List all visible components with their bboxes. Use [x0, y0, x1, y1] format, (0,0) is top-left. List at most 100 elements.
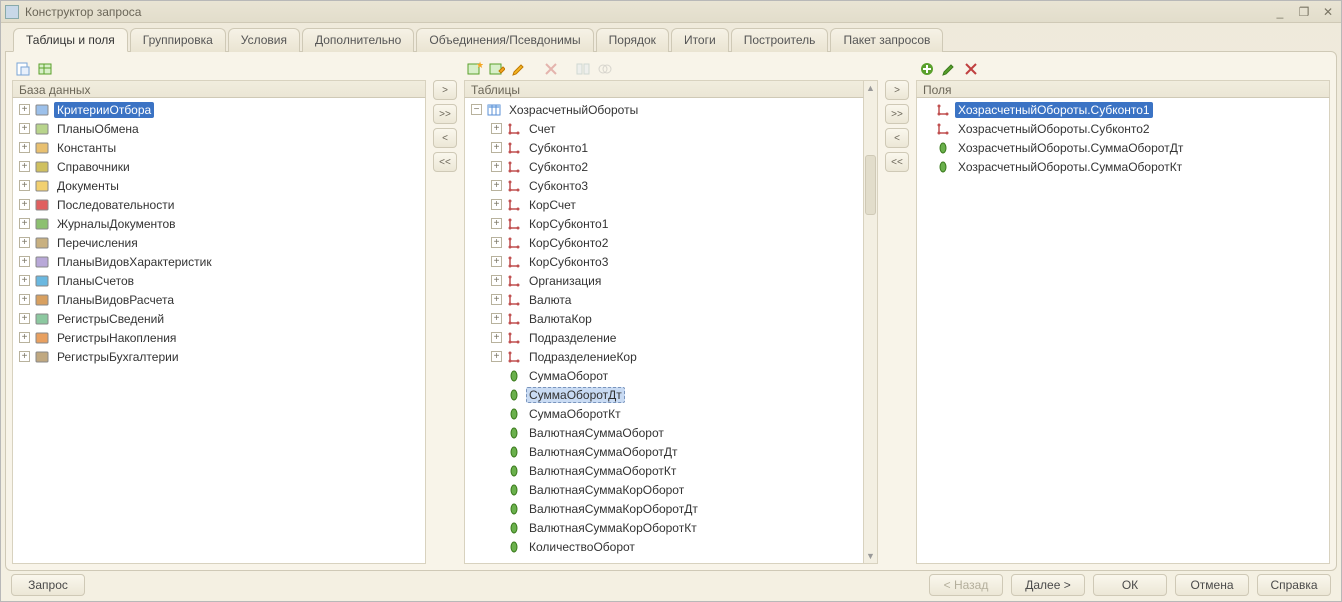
- table-field[interactable]: СуммаОборот: [489, 366, 863, 385]
- db-item[interactable]: + Документы: [17, 176, 425, 195]
- expand-icon[interactable]: +: [19, 294, 30, 305]
- db-item[interactable]: + РегистрыСведений: [17, 309, 425, 328]
- table-root[interactable]: − ХозрасчетныйОбороты: [469, 100, 863, 119]
- table-field[interactable]: + Организация: [489, 271, 863, 290]
- table-field[interactable]: + Валюта: [489, 290, 863, 309]
- expand-icon[interactable]: +: [19, 180, 30, 191]
- table-field[interactable]: ВалютнаяСуммаОборотДт: [489, 442, 863, 461]
- db-item[interactable]: + ПланыОбмена: [17, 119, 425, 138]
- expand-icon[interactable]: +: [491, 294, 502, 305]
- close-button[interactable]: ✕: [1319, 5, 1337, 19]
- scroll-thumb[interactable]: [865, 155, 876, 215]
- table-field[interactable]: + Субконто3: [489, 176, 863, 195]
- delete-table-icon[interactable]: [542, 60, 560, 78]
- table-field[interactable]: ВалютнаяСуммаКорОборот: [489, 480, 863, 499]
- add-table-icon[interactable]: ★: [466, 60, 484, 78]
- next-button[interactable]: Далее >: [1011, 574, 1085, 596]
- table-field[interactable]: СуммаОборотДт: [489, 385, 863, 404]
- expand-icon[interactable]: +: [19, 104, 30, 115]
- db-item[interactable]: + Последовательности: [17, 195, 425, 214]
- move-right-button-2[interactable]: >: [885, 80, 909, 100]
- db-item[interactable]: + ПланыСчетов: [17, 271, 425, 290]
- table-field[interactable]: ВалютнаяСуммаОборот: [489, 423, 863, 442]
- expand-icon[interactable]: +: [491, 256, 502, 267]
- table-field[interactable]: + КорСубконто1: [489, 214, 863, 233]
- expand-icon[interactable]: +: [491, 142, 502, 153]
- table-field[interactable]: + Субконто1: [489, 138, 863, 157]
- tab-4[interactable]: Объединения/Псевдонимы: [416, 28, 593, 52]
- fields-list[interactable]: ХозрасчетныйОбороты.Субконто1 Хозрасчетн…: [916, 98, 1330, 564]
- expand-icon[interactable]: +: [19, 256, 30, 267]
- move-left-button-2[interactable]: <: [885, 128, 909, 148]
- move-right-all-button[interactable]: >>: [433, 104, 457, 124]
- table-field[interactable]: ВалютнаяСуммаКорОборотДт: [489, 499, 863, 518]
- db-item[interactable]: + ЖурналыДокументов: [17, 214, 425, 233]
- table-field[interactable]: + Подразделение: [489, 328, 863, 347]
- scroll-up-icon[interactable]: ▲: [864, 81, 877, 95]
- tables-scrollbar[interactable]: ▲ ▼: [864, 80, 878, 564]
- expand-icon[interactable]: +: [19, 237, 30, 248]
- expand-icon[interactable]: +: [491, 351, 502, 362]
- expand-icon[interactable]: +: [19, 142, 30, 153]
- table-field[interactable]: КоличествоОборот: [489, 537, 863, 556]
- table-field[interactable]: + ВалютаКор: [489, 309, 863, 328]
- tab-2[interactable]: Условия: [228, 28, 300, 52]
- db-item[interactable]: + РегистрыНакопления: [17, 328, 425, 347]
- tab-0[interactable]: Таблицы и поля: [13, 28, 128, 52]
- restore-button[interactable]: ❐: [1295, 5, 1313, 19]
- delete-field-icon[interactable]: [962, 60, 980, 78]
- table-field[interactable]: + КорСубконто2: [489, 233, 863, 252]
- expand-icon[interactable]: +: [491, 123, 502, 134]
- expand-icon[interactable]: +: [491, 275, 502, 286]
- query-button[interactable]: Запрос: [11, 574, 85, 596]
- replace-table-icon[interactable]: [488, 60, 506, 78]
- db-item[interactable]: + КритерииОтбора: [17, 100, 425, 119]
- expand-icon[interactable]: +: [19, 332, 30, 343]
- back-button[interactable]: < Назад: [929, 574, 1003, 596]
- table-field[interactable]: + Субконто2: [489, 157, 863, 176]
- database-tree[interactable]: + КритерииОтбора + ПланыОбмена + Констан…: [12, 98, 426, 564]
- move-left-button[interactable]: <: [433, 128, 457, 148]
- tables-tree[interactable]: − ХозрасчетныйОбороты + Счет + Субконто1…: [464, 98, 864, 564]
- table-params-icon[interactable]: [574, 60, 592, 78]
- expand-icon[interactable]: +: [19, 218, 30, 229]
- tab-1[interactable]: Группировка: [130, 28, 226, 52]
- expand-icon[interactable]: +: [19, 161, 30, 172]
- db-item[interactable]: + Справочники: [17, 157, 425, 176]
- tab-8[interactable]: Пакет запросов: [830, 28, 943, 52]
- table-links-icon[interactable]: [596, 60, 614, 78]
- selected-field[interactable]: ХозрасчетныйОбороты.Субконто1: [921, 100, 1329, 119]
- expand-icon[interactable]: +: [19, 313, 30, 324]
- selected-field[interactable]: ХозрасчетныйОбороты.СуммаОборотКт: [921, 157, 1329, 176]
- db-item[interactable]: + Константы: [17, 138, 425, 157]
- cancel-button[interactable]: Отмена: [1175, 574, 1249, 596]
- db-item[interactable]: + Перечисления: [17, 233, 425, 252]
- db-item[interactable]: + РегистрыБухгалтерии: [17, 347, 425, 366]
- tab-6[interactable]: Итоги: [671, 28, 729, 52]
- table-field[interactable]: ВалютнаяСуммаКорОборотКт: [489, 518, 863, 537]
- expand-icon[interactable]: +: [19, 351, 30, 362]
- selected-field[interactable]: ХозрасчетныйОбороты.СуммаОборотДт: [921, 138, 1329, 157]
- table-field[interactable]: + КорСчет: [489, 195, 863, 214]
- new-temp-table-icon[interactable]: [36, 60, 54, 78]
- edit-table-icon[interactable]: [510, 60, 528, 78]
- db-item[interactable]: + ПланыВидовРасчета: [17, 290, 425, 309]
- move-left-all-button[interactable]: <<: [433, 152, 457, 172]
- table-field[interactable]: СуммаОборотКт: [489, 404, 863, 423]
- expand-icon[interactable]: +: [491, 313, 502, 324]
- tab-7[interactable]: Построитель: [731, 28, 829, 52]
- move-right-button[interactable]: >: [433, 80, 457, 100]
- table-field[interactable]: + Счет: [489, 119, 863, 138]
- collapse-icon[interactable]: −: [471, 104, 482, 115]
- help-button[interactable]: Справка: [1257, 574, 1331, 596]
- table-field[interactable]: + ПодразделениеКор: [489, 347, 863, 366]
- expand-icon[interactable]: +: [491, 199, 502, 210]
- tab-3[interactable]: Дополнительно: [302, 28, 414, 52]
- expand-icon[interactable]: +: [491, 218, 502, 229]
- new-nested-query-icon[interactable]: [14, 60, 32, 78]
- expand-icon[interactable]: +: [491, 237, 502, 248]
- expand-icon[interactable]: +: [491, 180, 502, 191]
- ok-button[interactable]: ОК: [1093, 574, 1167, 596]
- tab-5[interactable]: Порядок: [596, 28, 669, 52]
- edit-field-icon[interactable]: [940, 60, 958, 78]
